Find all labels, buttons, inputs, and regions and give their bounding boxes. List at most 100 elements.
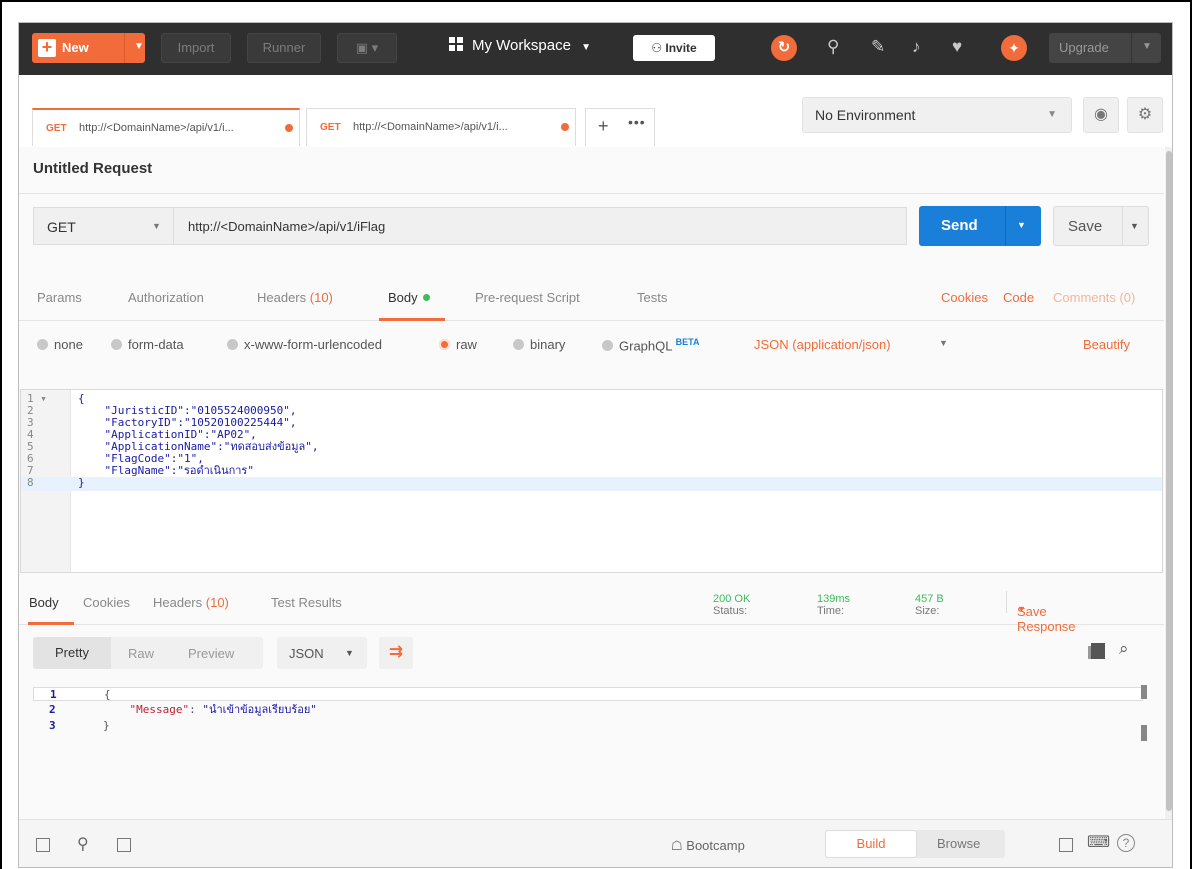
sync-icon[interactable]: ↻ xyxy=(771,35,797,61)
line-number: 1 xyxy=(50,688,57,701)
request-tab-1[interactable]: GET http://<DomainName>/api/v1/i... xyxy=(32,108,300,146)
resp-tab-test-results[interactable]: Test Results xyxy=(271,595,342,610)
resp-tab-cookies[interactable]: Cookies xyxy=(83,595,130,610)
view-preview[interactable]: Preview xyxy=(188,646,234,661)
avatar[interactable]: ✦ xyxy=(1001,35,1027,61)
add-tab-icon[interactable]: + xyxy=(598,116,609,137)
url-value: http://<DomainName>/api/v1/iFlag xyxy=(188,219,386,234)
scroll-marker xyxy=(1141,685,1147,699)
plus-icon: + xyxy=(38,38,56,57)
two-pane-view-icon[interactable] xyxy=(1059,838,1073,852)
radio-selected-icon xyxy=(439,339,450,350)
response-body-viewer[interactable]: 1{ 2 "Message": "นำเข้าข้อมูลเรียบร้อย" … xyxy=(33,685,1147,805)
beautify-link[interactable]: Beautify xyxy=(1083,337,1130,352)
caret-down-icon[interactable]: ▼ xyxy=(1142,41,1152,52)
caret-down-icon[interactable]: ▼ xyxy=(939,338,948,348)
satellite-icon[interactable]: ⚲ xyxy=(827,37,839,57)
caret-down-icon: ▼ xyxy=(1047,109,1057,120)
status-value: 200 OK xyxy=(713,593,751,605)
radio-graphql[interactable]: GraphQL BETA xyxy=(602,337,699,353)
active-tab-indicator xyxy=(379,318,445,321)
view-raw[interactable]: Raw xyxy=(128,646,154,661)
content-type-select[interactable]: JSON (application/json) xyxy=(754,337,891,352)
environment-value: No Environment xyxy=(815,107,916,123)
request-body-editor[interactable]: 1 ▾{ 2 "JuristicID":"0105524000950", 3 "… xyxy=(20,389,1163,573)
radio-label: binary xyxy=(530,337,566,352)
help-icon[interactable]: ? xyxy=(1117,834,1135,852)
workspace-selector[interactable]: My Workspace ▼ xyxy=(449,37,591,54)
tab-authorization[interactable]: Authorization xyxy=(128,290,204,305)
new-button[interactable]: + New ▼ xyxy=(32,33,145,63)
bootcamp-label: Bootcamp xyxy=(686,838,745,853)
radio-binary[interactable]: binary xyxy=(513,337,565,352)
divider xyxy=(19,193,1164,194)
active-tab-indicator xyxy=(28,622,74,625)
time-value: 139ms xyxy=(817,593,851,605)
resp-tab-headers[interactable]: Headers (10) xyxy=(153,595,229,610)
sidebar-toggle-icon[interactable] xyxy=(36,838,50,852)
view-pretty[interactable]: Pretty xyxy=(33,637,111,669)
import-button[interactable]: Import xyxy=(161,33,231,63)
caret-down-icon[interactable]: ▼ xyxy=(1130,221,1139,231)
divider xyxy=(1122,207,1123,245)
resp-tab-body[interactable]: Body xyxy=(29,595,59,610)
time-label: Time: xyxy=(817,605,845,617)
divider xyxy=(1006,591,1007,613)
beta-badge: BETA xyxy=(675,337,700,347)
radio-form-data[interactable]: form-data xyxy=(111,337,184,352)
caret-down-icon[interactable]: ▼ xyxy=(134,41,144,52)
tab-body[interactable]: Body xyxy=(388,290,430,305)
tab-url: http://<DomainName>/api/v1/i... xyxy=(353,121,508,133)
method-select[interactable]: GET ▼ xyxy=(33,207,173,245)
format-select[interactable]: JSON ▼ xyxy=(277,637,367,669)
search-icon[interactable]: ⌕ xyxy=(1119,639,1129,659)
divider xyxy=(124,33,125,63)
tab-prerequest[interactable]: Pre-request Script xyxy=(475,290,580,305)
console-icon[interactable] xyxy=(117,838,131,852)
new-label: New xyxy=(62,40,89,55)
new-window-button[interactable]: ▣ ▾ xyxy=(337,33,397,63)
keyboard-shortcuts-icon[interactable]: ⌨ xyxy=(1087,832,1110,852)
tab-tests[interactable]: Tests xyxy=(637,290,667,305)
radio-none[interactable]: none xyxy=(37,337,83,352)
radio-urlencoded[interactable]: x-www-form-urlencoded xyxy=(227,337,382,352)
radio-icon xyxy=(111,339,122,350)
wrench-icon[interactable]: ✎ xyxy=(871,37,885,57)
caret-down-icon: ▼ xyxy=(581,42,591,53)
code-text: "Message": "นำเข้าข้อมูลเรียบร้อย" xyxy=(129,703,317,716)
heart-icon[interactable]: ♥ xyxy=(952,37,962,57)
caret-down-icon[interactable]: ▼ xyxy=(1017,220,1026,230)
gear-icon[interactable]: ⚙ xyxy=(1127,97,1163,133)
environment-select[interactable]: No Environment ▼ xyxy=(802,97,1072,133)
request-tab-2[interactable]: GET http://<DomainName>/api/v1/i... xyxy=(306,108,576,146)
radio-label: form-data xyxy=(128,337,184,352)
code-link[interactable]: Code xyxy=(1003,290,1034,305)
runner-button[interactable]: Runner xyxy=(247,33,321,63)
more-icon[interactable]: ••• xyxy=(628,114,646,130)
browse-button[interactable]: Browse xyxy=(937,836,980,851)
tab-headers[interactable]: Headers (10) xyxy=(257,290,333,305)
radio-raw[interactable]: raw xyxy=(439,337,477,352)
radio-icon xyxy=(602,340,613,352)
bell-icon[interactable]: ♪ xyxy=(912,37,921,57)
url-input[interactable]: http://<DomainName>/api/v1/iFlag xyxy=(173,207,907,245)
upgrade-button[interactable]: Upgrade ▼ xyxy=(1049,33,1161,63)
send-label: Send xyxy=(941,217,978,234)
cookies-link[interactable]: Cookies xyxy=(941,290,988,305)
send-button[interactable]: Send ▼ xyxy=(919,206,1041,246)
tab-params[interactable]: Params xyxy=(37,290,82,305)
build-button[interactable]: Build xyxy=(825,830,917,858)
headers-count: (10) xyxy=(309,290,333,305)
save-button[interactable]: Save ▼ xyxy=(1053,206,1149,246)
wrap-lines-icon[interactable]: ⇉ xyxy=(379,637,413,669)
graduation-cap-icon: ☖ xyxy=(671,838,687,853)
comments-link[interactable]: Comments (0) xyxy=(1053,290,1135,305)
invite-button[interactable]: ⚇ Invite xyxy=(633,35,715,61)
panel-scrollbar[interactable] xyxy=(1165,147,1172,819)
copy-icon[interactable] xyxy=(1088,643,1105,659)
bootcamp-button[interactable]: ☖ Bootcamp xyxy=(671,838,745,854)
tab-method: GET xyxy=(46,123,67,134)
find-icon[interactable]: ⚲ xyxy=(77,834,89,854)
scrollbar-thumb[interactable] xyxy=(1166,151,1172,811)
eye-icon[interactable]: ◉ xyxy=(1083,97,1119,133)
